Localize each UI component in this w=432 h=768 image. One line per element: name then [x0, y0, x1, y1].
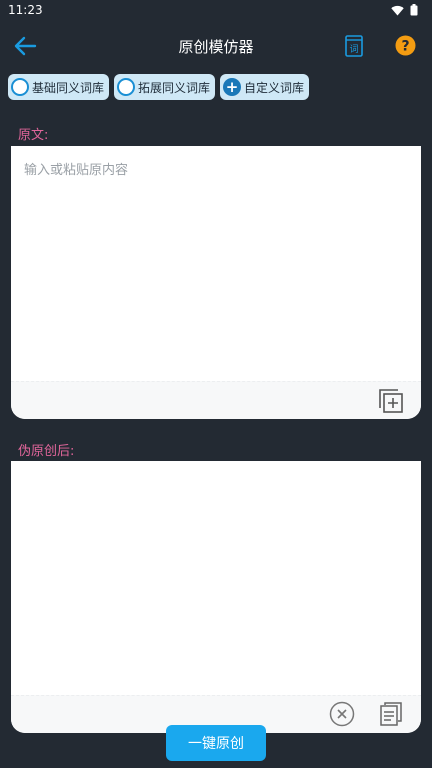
- battery-icon: [410, 4, 418, 16]
- dictionary-chips: 基础同义词库 拓展同义词库 + 自定义词库: [8, 74, 310, 100]
- page-title: 原创模仿器: [178, 38, 254, 56]
- help-question-icon: ?: [395, 35, 416, 56]
- result-label: 伪原创后:: [18, 444, 75, 459]
- paste-add-button[interactable]: [378, 388, 404, 418]
- svg-text:?: ?: [401, 39, 409, 55]
- app-bar: 原创模仿器 词 ?: [0, 24, 432, 68]
- wifi-icon: [391, 5, 404, 15]
- copy-icon: [380, 702, 402, 726]
- svg-text:词: 词: [349, 44, 358, 55]
- original-panel: 输入或粘贴原内容: [11, 146, 421, 419]
- radio-unchecked-icon: [117, 78, 136, 96]
- one-click-rewrite-button[interactable]: 一键原创: [166, 725, 266, 761]
- copy-button[interactable]: [379, 701, 403, 731]
- plus-circle-icon: +: [223, 78, 242, 96]
- status-time: 11:23: [8, 3, 43, 17]
- help-button[interactable]: ?: [395, 35, 416, 56]
- chip-custom-dictionary[interactable]: + 自定义词库: [220, 74, 310, 100]
- paste-add-icon: [379, 389, 403, 413]
- chip-label: 自定义词库: [244, 80, 305, 95]
- clear-circle-icon: [329, 701, 355, 727]
- chip-basic-synonyms[interactable]: 基础同义词库: [8, 74, 110, 100]
- status-icons: [391, 4, 418, 16]
- chip-label: 拓展同义词库: [138, 80, 211, 95]
- original-label: 原文:: [18, 128, 49, 143]
- result-panel: [11, 461, 421, 733]
- original-input[interactable]: 输入或粘贴原内容: [24, 159, 128, 178]
- dictionary-book-icon: 词: [345, 35, 363, 57]
- radio-unchecked-icon: [11, 78, 29, 96]
- dictionary-button[interactable]: 词: [343, 34, 365, 58]
- status-bar: 11:23: [0, 0, 432, 20]
- chip-extended-synonyms[interactable]: 拓展同义词库: [114, 74, 216, 100]
- chip-label: 基础同义词库: [32, 80, 105, 95]
- clear-button[interactable]: [329, 701, 355, 731]
- original-footer: [11, 381, 421, 419]
